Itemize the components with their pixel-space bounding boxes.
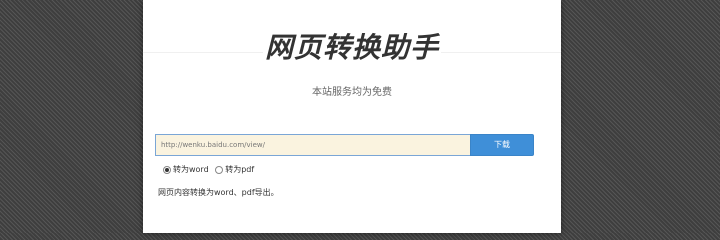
download-button[interactable]: 下载 — [470, 134, 534, 156]
format-options: 转为word 转为pdf — [163, 164, 258, 176]
radio-pdf[interactable] — [215, 165, 224, 174]
option-pdf-label: 转为pdf — [225, 165, 255, 174]
option-word[interactable]: 转为word — [163, 164, 209, 175]
url-input[interactable] — [155, 134, 470, 156]
option-word-label: 转为word — [173, 165, 209, 174]
radio-word[interactable] — [163, 165, 171, 174]
url-form: 下载 — [155, 134, 535, 156]
main-panel: 网页转换助手 本站服务均为免费 下载 转为word 转为pdf 网页内容转换为w… — [143, 0, 561, 233]
page-title: 网页转换助手 — [264, 31, 439, 64]
option-pdf[interactable]: 转为pdf — [215, 164, 254, 175]
title-area: 网页转换助手 — [143, 28, 561, 68]
page-subtitle: 本站服务均为免费 — [312, 87, 392, 98]
description-text: 网页内容转换为word、pdf导出。 — [158, 188, 279, 197]
